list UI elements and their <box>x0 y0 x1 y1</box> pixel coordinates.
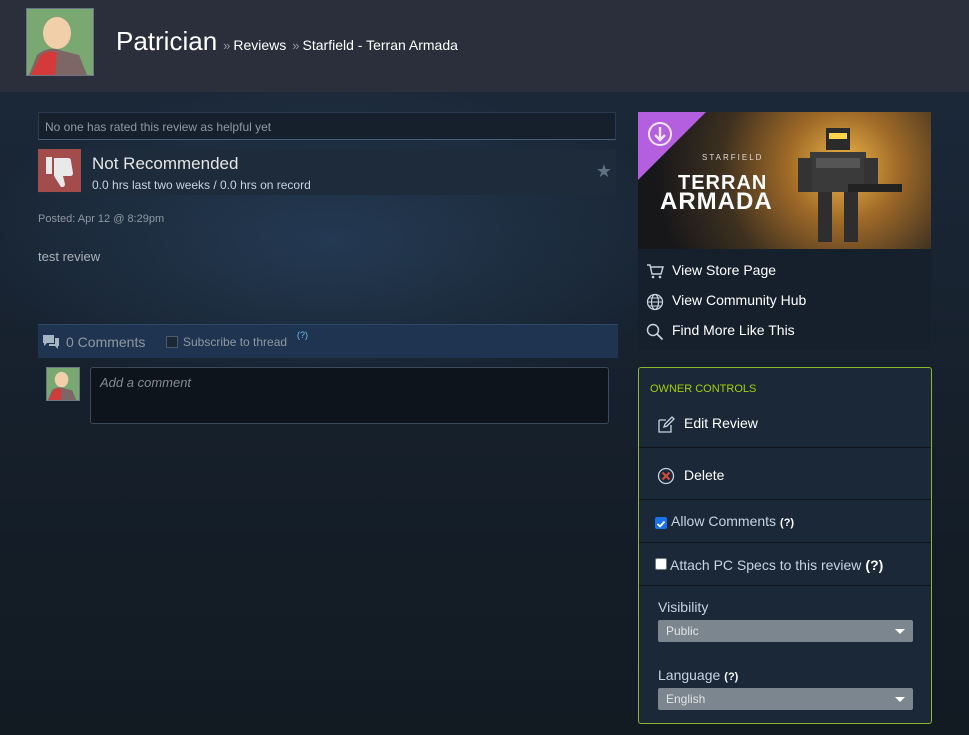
breadcrumb-reviews-link[interactable]: Reviews <box>233 37 286 53</box>
breadcrumb-app-link[interactable]: Starfield - Terran Armada <box>303 37 458 53</box>
recommendation-title: Not Recommended <box>92 154 239 173</box>
username-link[interactable]: Patrician <box>116 26 217 56</box>
comment-input[interactable]: Add a comment <box>90 367 609 424</box>
comment-count: 0 Comments <box>66 334 146 350</box>
award-star-icon[interactable]: ★ <box>596 161 612 182</box>
speech-bubble-icon <box>42 334 60 355</box>
thumbs-down-icon <box>38 149 81 192</box>
comments-header: 0 Comments Subscribe to thread (?) <box>38 324 618 358</box>
magnifier-icon <box>646 323 664 346</box>
allow-comments-checkbox[interactable] <box>655 517 667 529</box>
visibility-value: Public <box>666 624 699 638</box>
language-text: Language <box>658 667 721 683</box>
edit-review-label: Edit Review <box>684 415 758 431</box>
allow-comments-text: Allow Comments <box>671 513 777 529</box>
capsule-logo-line2: ARMADA <box>660 188 773 215</box>
comment-placeholder: Add a comment <box>100 375 192 390</box>
delete-label: Delete <box>684 467 725 483</box>
language-select[interactable]: English <box>658 688 913 710</box>
breadcrumb: Patrician» Reviews» Starfield - Terran Arm… <box>116 26 458 57</box>
subscribe-checkbox[interactable] <box>166 336 178 348</box>
find-more-like-this-link[interactable]: Find More Like This <box>646 319 926 343</box>
language-value: English <box>666 692 706 706</box>
language-label: Language (?) <box>658 667 738 683</box>
divider <box>639 585 931 586</box>
language-help[interactable]: (?) <box>724 671 738 683</box>
commenter-avatar <box>46 367 80 401</box>
allow-comments-label: Allow Comments (?) <box>671 513 794 529</box>
breadcrumb-separator: » <box>223 38 231 53</box>
pc-specs-text: Attach PC Specs to this review <box>670 557 862 573</box>
pc-specs-option[interactable]: Attach PC Specs to this review (?) <box>639 543 931 586</box>
app-capsule-image[interactable]: STARFIELD TERRAN ARMADA <box>638 112 931 249</box>
delete-x-icon <box>657 467 675 490</box>
delete-button[interactable]: Delete <box>639 448 931 500</box>
app-panel: STARFIELD TERRAN ARMADA View Store Page … <box>638 112 931 350</box>
capsule-starfield-text: STARFIELD <box>702 153 764 162</box>
view-community-hub-label: View Community Hub <box>672 292 807 308</box>
allow-comments-option[interactable]: Allow Comments (?) <box>639 500 931 543</box>
hours-played: 0.0 hrs last two weeks / 0.0 hrs on reco… <box>92 178 311 192</box>
subscribe-label[interactable]: Subscribe to thread <box>183 335 287 349</box>
review-body: test review <box>38 249 101 264</box>
recommendation-box: Not Recommended 0.0 hrs last two weeks /… <box>38 149 616 195</box>
breadcrumb-separator: » <box>292 38 300 53</box>
view-store-page-link[interactable]: View Store Page <box>646 259 926 283</box>
view-store-page-label: View Store Page <box>672 262 777 278</box>
subscribe-help-link[interactable]: (?) <box>297 330 308 340</box>
owner-controls-panel: OWNER CONTROLS Edit Review Delete Allow … <box>638 367 932 724</box>
mech-artwork <box>798 128 902 242</box>
edit-review-button[interactable]: Edit Review <box>639 408 931 448</box>
cart-icon <box>646 263 664 284</box>
visibility-select[interactable]: Public <box>658 620 913 642</box>
visibility-label: Visibility <box>658 599 709 615</box>
chevron-down-icon <box>895 629 905 634</box>
allow-comments-help[interactable]: (?) <box>780 517 794 529</box>
pc-specs-checkbox[interactable] <box>655 558 667 570</box>
posted-date: Posted: Apr 12 @ 8:29pm <box>38 213 165 225</box>
pc-specs-label: Attach PC Specs to this review (?) <box>670 557 883 573</box>
chevron-down-icon <box>895 697 905 702</box>
pc-specs-help[interactable]: (?) <box>865 557 883 573</box>
profile-header: Patrician» Reviews» Starfield - Terran Arm… <box>0 0 969 93</box>
view-community-hub-link[interactable]: View Community Hub <box>646 289 926 313</box>
owner-controls-title: OWNER CONTROLS <box>650 383 757 395</box>
globe-icon <box>646 293 664 316</box>
find-more-like-this-label: Find More Like This <box>672 322 795 338</box>
helpful-rating-bar: No one has rated this review as helpful … <box>38 112 616 140</box>
pencil-icon <box>657 416 675 439</box>
user-avatar[interactable] <box>26 8 94 76</box>
